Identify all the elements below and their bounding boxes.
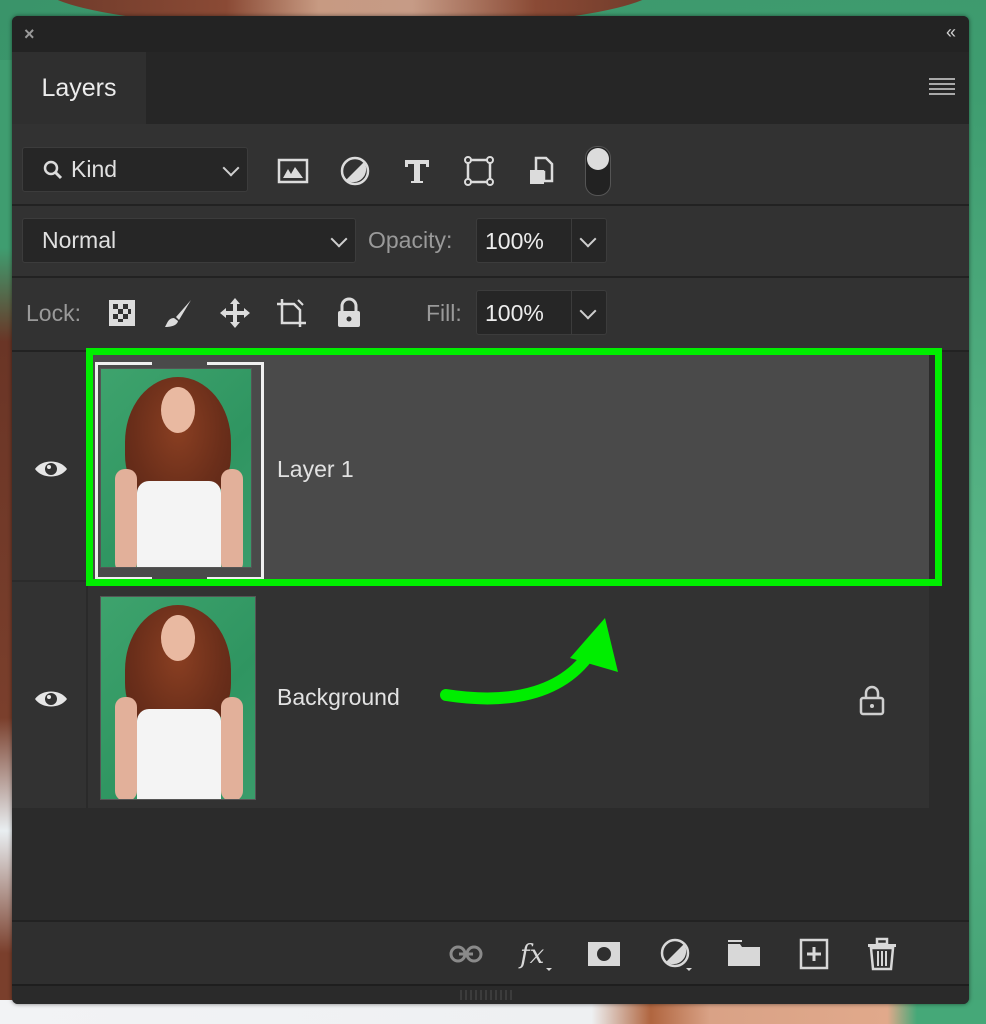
opacity-label: Opacity:	[368, 227, 453, 253]
divider	[571, 291, 572, 334]
fill-label: Fill:	[426, 300, 462, 326]
tab-layers[interactable]: Layers	[12, 52, 146, 124]
opacity-value[interactable]: 100%	[485, 228, 544, 255]
chevron-down-icon[interactable]	[579, 302, 597, 319]
grip-lines	[460, 990, 512, 1000]
layer-name[interactable]: Layer 1	[277, 456, 354, 483]
opacity-field[interactable]: 100%	[476, 218, 607, 263]
lock-transparent-pixels-icon[interactable]	[105, 296, 139, 330]
lock-row: Lock: Fill: 100%	[12, 278, 969, 352]
hamburger-menu-icon[interactable]	[929, 78, 955, 96]
add-mask-icon[interactable]	[586, 936, 622, 972]
fill-value[interactable]: 100%	[485, 300, 544, 327]
close-icon[interactable]: ×	[24, 24, 35, 44]
collapse-panel-icon[interactable]: «	[946, 22, 956, 42]
chevron-down-icon	[330, 230, 348, 247]
visibility-column	[12, 582, 88, 808]
pixel-layer-filter-icon[interactable]	[276, 154, 310, 188]
type-layer-filter-icon[interactable]	[400, 154, 434, 188]
panel-resize-grip[interactable]	[12, 984, 969, 1004]
filter-row: Kind	[12, 124, 969, 206]
link-layers-icon[interactable]	[448, 936, 484, 972]
blend-row: Normal Opacity: 100%	[12, 206, 969, 278]
lock-position-icon[interactable]	[218, 296, 252, 330]
blend-mode-value: Normal	[42, 227, 117, 253]
new-layer-icon[interactable]	[796, 936, 832, 972]
panel-footer: fx	[12, 920, 969, 984]
selection-frame-corner	[95, 432, 152, 580]
filter-toggle[interactable]	[585, 146, 611, 196]
eye-icon[interactable]	[34, 458, 68, 480]
visibility-column	[12, 352, 88, 580]
toggle-knob	[587, 148, 609, 170]
fx-layer-style-icon[interactable]: fx	[518, 936, 554, 972]
kind-label: Kind	[71, 156, 118, 182]
panel-tabbar: Layers	[12, 52, 969, 124]
selection-frame-corner	[207, 432, 264, 580]
search-icon	[43, 160, 63, 179]
fill-field[interactable]: 100%	[476, 290, 607, 335]
divider	[571, 219, 572, 262]
lock-label: Lock:	[26, 300, 81, 326]
eye-icon[interactable]	[34, 688, 68, 710]
svg-text:fx: fx	[518, 940, 545, 970]
layer-locked-icon[interactable]	[858, 684, 886, 716]
chevron-down-icon[interactable]	[579, 230, 597, 247]
new-adjustment-layer-icon[interactable]	[658, 936, 694, 972]
lock-image-pixels-icon[interactable]	[162, 296, 196, 330]
panel-titlebar: × «	[12, 16, 969, 52]
lock-artboard-icon[interactable]	[274, 296, 308, 330]
layer-row-layer-1[interactable]: Layer 1	[12, 352, 929, 580]
kind-filter-dropdown[interactable]: Kind	[22, 147, 248, 192]
layer-name[interactable]: Background	[277, 684, 400, 711]
curved-arrow-annotation	[440, 618, 618, 705]
new-group-icon[interactable]	[726, 936, 762, 972]
delete-layer-icon[interactable]	[864, 936, 900, 972]
layer-thumbnail[interactable]	[100, 596, 256, 800]
layers-panel: × « Layers Kind Normal Opacity: 100% Loc…	[12, 16, 969, 1004]
shape-layer-filter-icon[interactable]	[462, 154, 496, 188]
smart-object-filter-icon[interactable]	[524, 154, 558, 188]
adjustment-layer-filter-icon[interactable]	[338, 154, 372, 188]
blend-mode-dropdown[interactable]: Normal	[22, 218, 356, 263]
chevron-down-icon	[222, 159, 240, 176]
lock-all-icon[interactable]	[332, 296, 366, 330]
